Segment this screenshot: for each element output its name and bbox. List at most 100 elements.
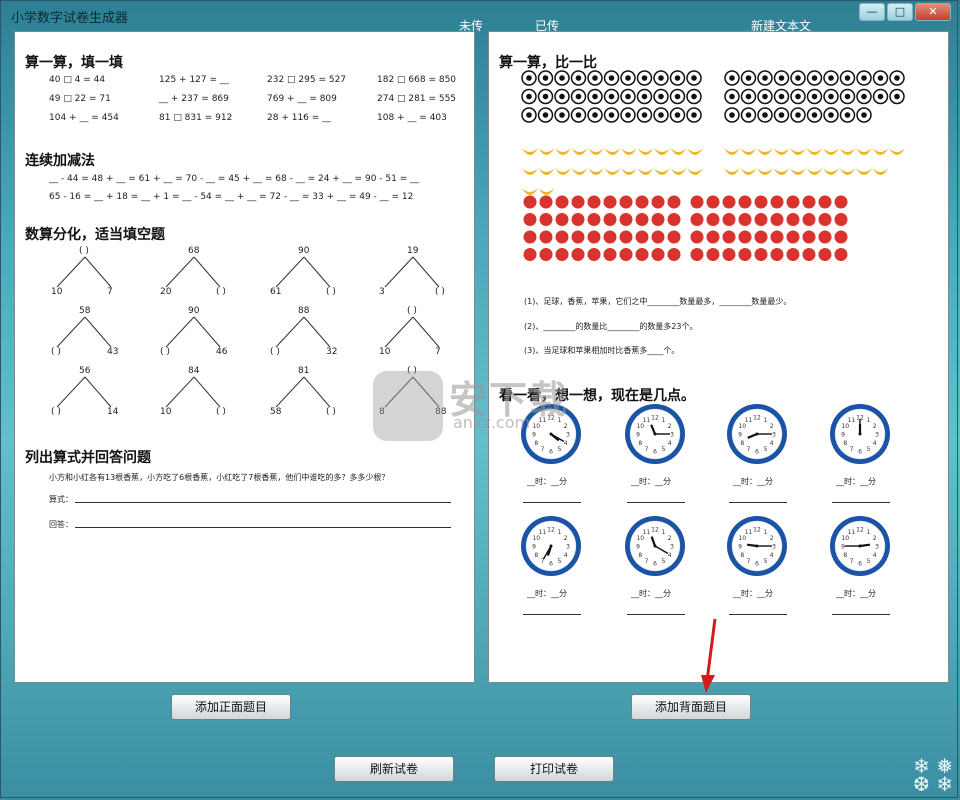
- svg-text:9: 9: [636, 544, 640, 551]
- svg-text:7: 7: [850, 558, 854, 565]
- soccer-ball-icon: [823, 88, 839, 105]
- svg-text:7: 7: [747, 558, 751, 565]
- svg-text:10: 10: [738, 423, 746, 430]
- section-title: 数算分化，适当填空题: [25, 227, 165, 243]
- banana-icon: [604, 148, 621, 155]
- apple-icon: [786, 213, 800, 226]
- svg-text:6: 6: [653, 449, 657, 456]
- apple-icon: [619, 230, 633, 244]
- answer-label: 回答：: [49, 520, 73, 529]
- svg-text:8: 8: [843, 552, 847, 559]
- fill-in-equation: 108 + __ = 403: [377, 113, 447, 123]
- add-front-question-button[interactable]: 添加正面题目: [171, 694, 291, 720]
- banana-icon: [687, 168, 703, 175]
- svg-text:4: 4: [873, 552, 877, 559]
- apple-icon: [786, 195, 800, 209]
- fill-in-equation: 40 □ 4 = 44: [49, 75, 106, 85]
- clock-answer-line: [729, 502, 787, 503]
- svg-text:4: 4: [668, 440, 672, 447]
- apple-icon: [690, 248, 704, 261]
- apple-icon: [738, 248, 752, 261]
- apple-icon: [754, 213, 768, 226]
- apple-icon: [619, 248, 633, 261]
- svg-text:11: 11: [848, 417, 856, 424]
- apple-icon: [523, 248, 537, 261]
- soccer-ball-icon: [537, 70, 554, 86]
- svg-text:6: 6: [755, 561, 759, 568]
- compare-question: (2)、________的数量比________的数量多23个。: [524, 322, 698, 331]
- soccer-ball-icon: [856, 88, 872, 105]
- maximize-button[interactable]: □: [887, 3, 913, 21]
- minimize-button[interactable]: —: [859, 3, 885, 21]
- hour-hand: [650, 536, 657, 547]
- svg-text:2: 2: [564, 535, 568, 542]
- apple-icon: [587, 248, 601, 261]
- apple-icon: [603, 248, 617, 261]
- svg-text:6: 6: [653, 561, 657, 568]
- soccer-ball-icon: [653, 107, 669, 123]
- soccer-ball-icon: [521, 70, 537, 86]
- tree-right-value: 46: [216, 347, 228, 357]
- soccer-ball-icon: [587, 88, 603, 105]
- tree-left-value: ( ): [160, 347, 170, 357]
- banana-icon: [637, 148, 654, 155]
- svg-text:9: 9: [841, 432, 845, 439]
- tree-right-value: 14: [107, 407, 119, 417]
- soccer-ball-icon: [521, 88, 537, 105]
- svg-text:1: 1: [662, 529, 666, 536]
- minute-hand: [654, 545, 669, 555]
- apple-icon: [706, 195, 720, 209]
- clock-answer-label: __时：__分: [836, 589, 876, 598]
- banana-icon: [806, 148, 823, 155]
- soccer-ball-icon: [653, 88, 669, 105]
- svg-text:11: 11: [745, 417, 753, 424]
- svg-text:4: 4: [668, 552, 672, 559]
- tree-right-value: ( ): [435, 287, 445, 297]
- soccer-ball-icon: [740, 88, 757, 105]
- tree-right-value: 43: [107, 347, 119, 357]
- banana-icon: [724, 148, 740, 155]
- banana-icon: [654, 168, 670, 175]
- clock-face: 1 2 3 4 5 6 7 8 9 10 11 12: [625, 404, 685, 464]
- svg-text:5: 5: [764, 558, 768, 565]
- apple-icon: [619, 213, 633, 226]
- soccer-ball-icon: [603, 88, 620, 105]
- apple-icon: [667, 230, 681, 244]
- close-button[interactable]: ✕: [915, 3, 951, 21]
- apple-icon: [786, 230, 800, 244]
- soccer-ball-icon: [823, 107, 839, 123]
- banana-icon: [790, 168, 806, 175]
- banana-icon: [538, 188, 555, 195]
- banana-icon: [621, 148, 637, 155]
- svg-text:10: 10: [841, 535, 849, 542]
- apple-icon: [523, 230, 537, 244]
- svg-text:8: 8: [638, 552, 642, 559]
- soccer-ball-icon: [570, 107, 587, 123]
- refresh-paper-button[interactable]: 刷新试卷: [334, 756, 454, 782]
- soccer-ball-icon: [570, 88, 587, 105]
- clock-answer-line: [729, 614, 787, 615]
- front-page-panel: 算一算，填一填 40 □ 4 = 44 125 + 127 = __ 232 □ 2…: [14, 31, 475, 683]
- svg-text:7: 7: [850, 446, 854, 453]
- add-back-question-button[interactable]: 添加背面题目: [631, 694, 751, 720]
- svg-text:7: 7: [541, 558, 545, 565]
- formula-answer-line: [75, 502, 451, 503]
- banana-icon: [856, 148, 872, 155]
- fill-in-equation: 49 □ 22 = 71: [49, 94, 111, 104]
- print-paper-button[interactable]: 打印试卷: [494, 756, 614, 782]
- svg-text:1: 1: [662, 417, 666, 424]
- hour-hand: [650, 424, 657, 435]
- apple-icon: [571, 195, 585, 209]
- tree-right-value: ( ): [326, 287, 336, 297]
- banana-icon: [571, 148, 588, 155]
- window-controls: — □ ✕: [859, 3, 951, 21]
- soccer-ball-icon: [554, 88, 570, 105]
- svg-text:1: 1: [764, 529, 768, 536]
- apple-icon: [818, 195, 832, 209]
- hour-hand: [746, 543, 758, 548]
- tree-left-value: 58: [270, 407, 282, 417]
- title-bar[interactable]: 小学数字试卷生成器 未传 已传 新建文本文 — □ ✕: [1, 1, 959, 33]
- svg-text:9: 9: [636, 432, 640, 439]
- apple-icon: [587, 195, 601, 209]
- section-title: 算一算，填一填: [25, 55, 123, 71]
